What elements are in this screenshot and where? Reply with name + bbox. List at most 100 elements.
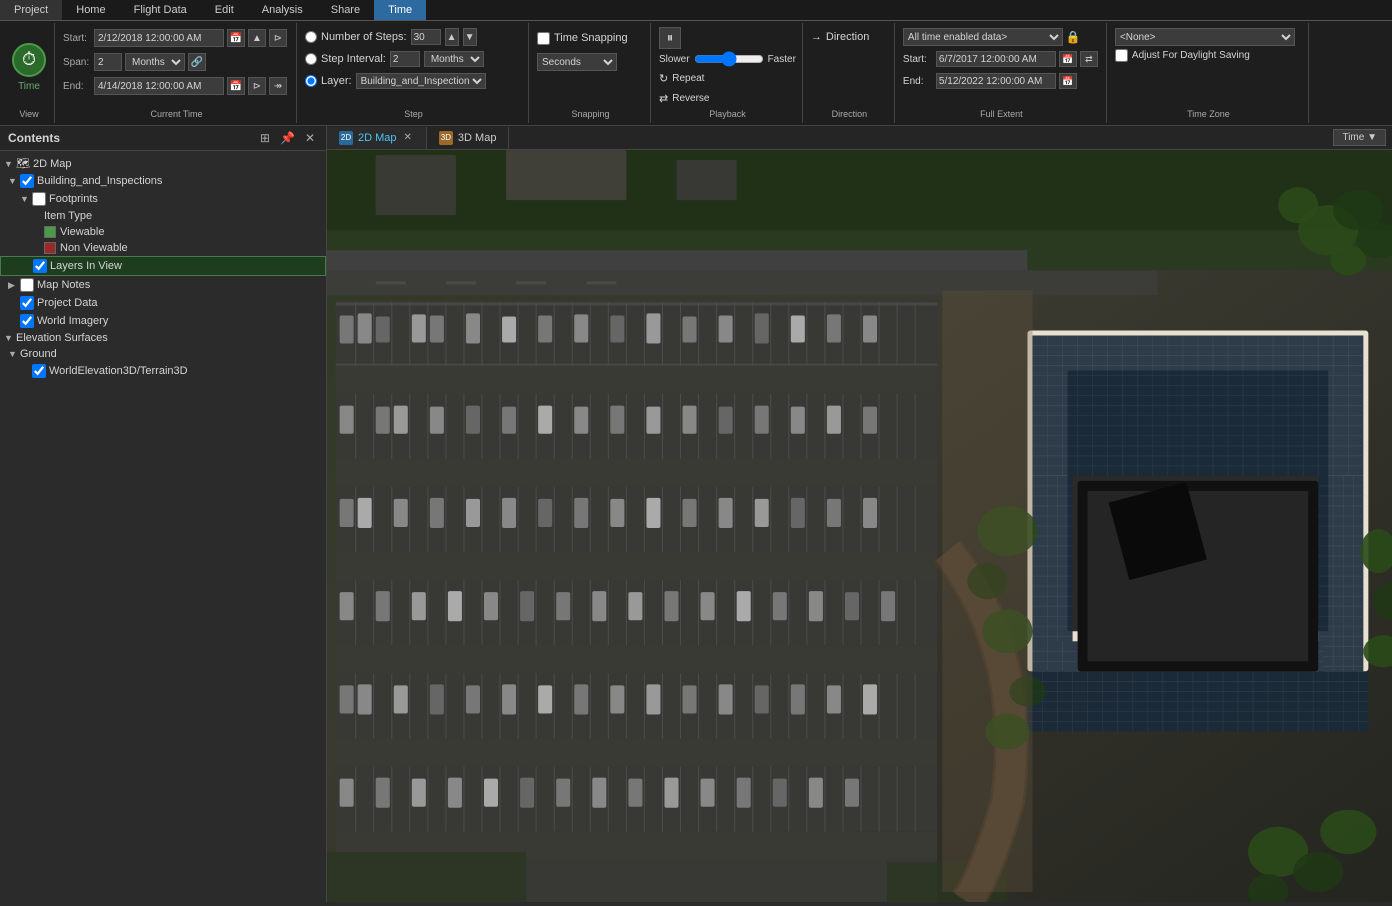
2d-map-tab-close[interactable]: ✕ [402,132,414,143]
building-arrow: ▼ [8,176,20,186]
tab-flight-data[interactable]: Flight Data [120,0,201,20]
time-zone-content: <None> Adjust For Daylight Saving [1115,27,1302,107]
tree-item-building[interactable]: ▼ Building_and_Inspections [0,172,326,190]
tree-item-layers-in-view[interactable]: Layers In View [0,256,326,276]
snapping-content: Time Snapping Seconds Minutes Hours [537,27,644,107]
tree-item-map-notes[interactable]: ▶ Map Notes [0,276,326,294]
extent-start-input[interactable] [936,51,1056,67]
contents-tree: ▼ 🗺 2D Map ▼ Building_and_Inspections ▼ … [0,151,326,902]
tree-item-world-elevation[interactable]: WorldElevation3D/Terrain3D [0,362,326,380]
tab-3d-map[interactable]: 3D 3D Map [427,127,510,149]
extent-end-input[interactable] [936,73,1056,89]
num-steps-up[interactable]: ▲ [445,28,459,46]
contents-close-btn[interactable]: ✕ [302,130,318,146]
current-time-title: Current Time [63,107,290,119]
map-notes-arrow: ▶ [8,280,20,291]
world-imagery-check[interactable] [20,314,34,328]
layer-radio[interactable] [305,75,317,87]
time-badge[interactable]: Time ▼ [1333,129,1386,146]
time-snapping-check[interactable] [537,32,550,45]
start-down-btn[interactable]: ⊳ [269,29,287,47]
tab-share[interactable]: Share [317,0,374,20]
ribbon-tabs-row: Project Home Flight Data Edit Analysis S… [0,0,1392,21]
step-title: Step [305,107,522,119]
3d-map-tab-label: 3D Map [458,132,497,144]
step-interval-value[interactable] [390,51,420,67]
contents-auto-hide-btn[interactable]: 📌 [277,130,298,146]
play-pause-btn[interactable]: ⏸ [659,27,681,49]
step-interval-unit[interactable]: Months Days Hours [424,51,484,67]
contents-header: Contents ⊞ 📌 ✕ [0,126,326,151]
tab-2d-map[interactable]: 2D 2D Map ✕ [327,127,427,149]
tree-item-world-imagery[interactable]: World Imagery [0,312,326,330]
end-row: End: 📅 ⊳ ↠ [63,75,290,97]
adjust-daylight-label: Adjust For Daylight Saving [1132,50,1250,61]
seconds-select[interactable]: Seconds Minutes Hours [537,53,617,71]
2d-map-icon: 🗺 [16,157,30,170]
layer-label: Layer: [321,75,352,87]
contents-pin-btn[interactable]: ⊞ [257,130,273,146]
building-check[interactable] [20,174,34,188]
num-steps-radio[interactable] [305,31,317,43]
span-row: Span: Months Days Hours Minutes Seconds … [63,51,290,73]
direction-arrow-icon: → [811,31,822,43]
extent-start-label: Start: [903,54,933,65]
start-input[interactable] [94,29,224,47]
end-icon2-btn[interactable]: ↠ [269,77,287,95]
group-full-extent: All time enabled data> 🔒 Start: 📅 ⇄ End:… [897,23,1107,123]
repeat-row: ↻ Repeat [659,69,796,87]
tab-home[interactable]: Home [62,0,119,20]
repeat-label: Repeat [672,73,704,84]
tab-time[interactable]: Time [374,0,426,20]
tree-item-2d-map[interactable]: ▼ 🗺 2D Map [0,155,326,172]
step-interval-radio[interactable] [305,53,317,65]
span-value[interactable] [94,53,122,71]
tree-item-ground[interactable]: ▼ Ground [0,346,326,362]
project-data-check[interactable] [20,296,34,310]
extent-start-cal-btn[interactable]: 📅 [1059,51,1077,67]
lock-icon: 🔒 [1066,30,1081,44]
playback-buttons: ⏸ [659,27,796,49]
span-unit-select[interactable]: Months Days Hours Minutes Seconds Years [125,53,185,71]
extent-end-cal-btn[interactable]: 📅 [1059,73,1077,89]
tree-item-elevation-surfaces[interactable]: ▼ Elevation Surfaces [0,330,326,346]
extent-dropdown[interactable]: All time enabled data> [903,28,1063,46]
layer-select[interactable]: Building_and_Inspections [356,73,486,89]
span-label: Span: [63,57,91,68]
end-icon-btn[interactable]: ⊳ [248,77,266,95]
tab-analysis[interactable]: Analysis [248,0,317,20]
end-input[interactable] [94,77,224,95]
start-calendar-btn[interactable]: 📅 [227,29,245,47]
contents-icons: ⊞ 📌 ✕ [257,130,318,146]
end-label: End: [63,81,91,92]
speed-slider[interactable] [694,51,764,67]
tree-item-footprints[interactable]: ▼ Footprints [0,190,326,208]
tree-item-project-data[interactable]: Project Data [0,294,326,312]
footprints-check[interactable] [32,192,46,206]
start-up-btn[interactable]: ▲ [248,29,266,47]
end-calendar-btn[interactable]: 📅 [227,77,245,95]
tab-edit[interactable]: Edit [201,0,248,20]
span-link-btn[interactable]: 🔗 [188,53,206,71]
direction-content: → Direction [811,27,888,107]
num-steps-down[interactable]: ▼ [463,28,477,46]
time-label: Time [18,81,40,92]
direction-label: Direction [826,31,869,43]
group-direction: → Direction Direction [805,23,895,123]
world-imagery-label: World Imagery [37,315,108,327]
seconds-row: Seconds Minutes Hours [537,51,644,73]
start-label: Start: [63,33,91,44]
layers-in-view-check[interactable] [33,259,47,273]
adjust-daylight-check[interactable] [1115,49,1128,62]
time-zone-title: Time Zone [1115,107,1302,119]
extent-start-sync-btn[interactable]: ⇄ [1080,51,1098,67]
satellite-view[interactable] [327,150,1392,902]
time-icon: ⏱ [12,43,46,77]
time-zone-select[interactable]: <None> [1115,28,1295,46]
world-elevation-check[interactable] [32,364,46,378]
map-notes-check[interactable] [20,278,34,292]
num-steps-input[interactable] [411,29,441,45]
map-area: 2D 2D Map ✕ 3D 3D Map Time ▼ [327,126,1392,902]
tab-project[interactable]: Project [0,0,62,20]
time-snapping-row: Time Snapping [537,27,644,49]
